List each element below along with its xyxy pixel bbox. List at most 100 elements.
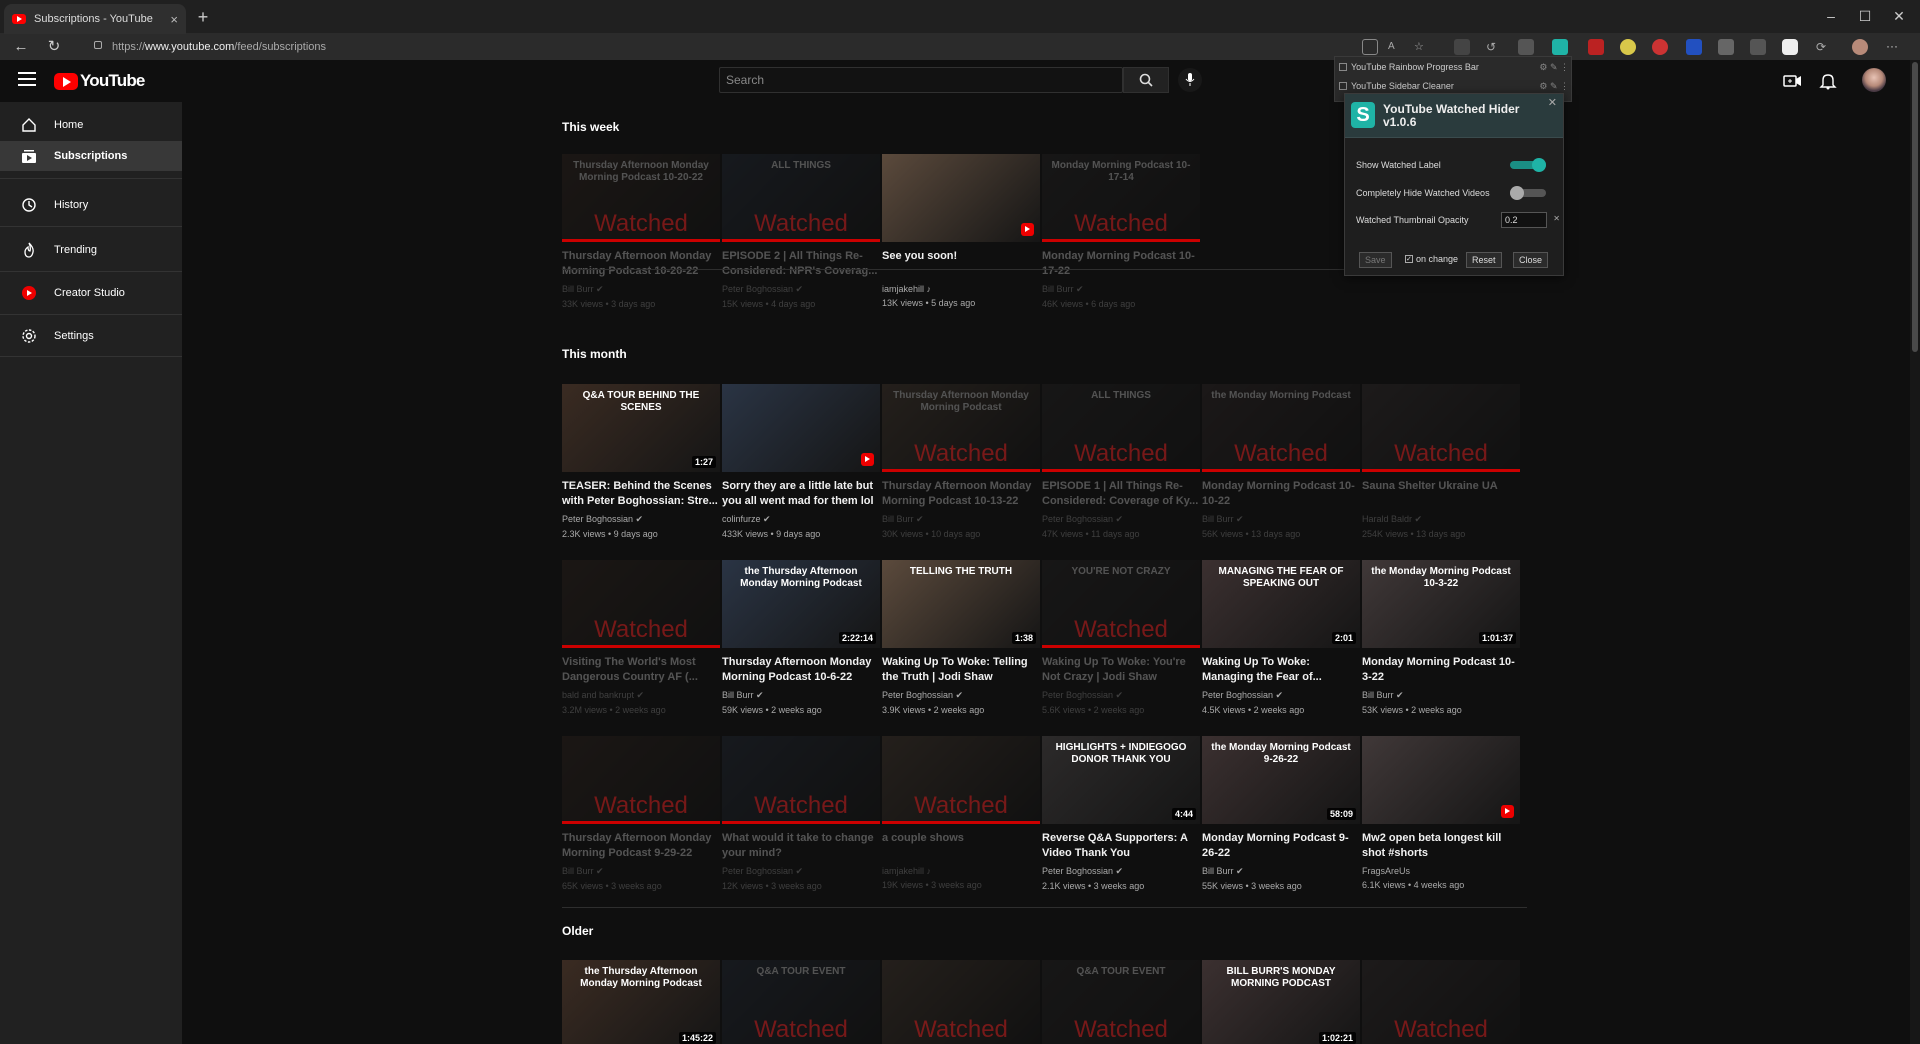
extension-row-rainbow[interactable]: YouTube Rainbow Progress Bar ⚙ ✎ ⋮: [1339, 59, 1569, 75]
video-thumbnail[interactable]: ALL THINGSWatched: [722, 154, 880, 242]
video-title[interactable]: Sorry they are a little late but you all…: [722, 479, 880, 509]
voice-search-button[interactable]: [1178, 68, 1202, 92]
profile-avatar-icon[interactable]: [1852, 39, 1868, 55]
video-thumbnail[interactable]: TELLING THE TRUTH 1:38: [882, 560, 1040, 648]
search-button[interactable]: [1123, 67, 1169, 93]
video-title[interactable]: EPISODE 2 | All Things Re-Considered: NP…: [722, 249, 880, 279]
sidebar-item-history[interactable]: History: [0, 190, 182, 220]
channel-name[interactable]: colinfurze ✔: [722, 514, 880, 525]
create-video-icon[interactable]: [1783, 72, 1803, 90]
channel-name[interactable]: iamjakehill ♪: [882, 284, 1040, 294]
channel-name[interactable]: Bill Burr ✔: [1042, 284, 1200, 295]
tab-subscriptions[interactable]: Subscriptions - YouTube ×: [4, 4, 186, 34]
favorite-star-icon[interactable]: ☆: [1414, 39, 1430, 55]
video-card[interactable]: the Thursday Afternoon Monday Morning Po…: [722, 560, 880, 715]
video-thumbnail[interactable]: Watched: [562, 736, 720, 824]
red-extension-icon[interactable]: [1652, 39, 1668, 55]
channel-name[interactable]: Bill Burr ✔: [722, 690, 880, 701]
channel-name[interactable]: Peter Boghossian ✔: [1202, 690, 1360, 701]
video-title[interactable]: Waking Up To Woke: Telling the Truth | J…: [882, 655, 1040, 685]
scrollbar-thumb[interactable]: [1912, 62, 1918, 352]
video-thumbnail[interactable]: Q&A TOUR BEHIND THE SCENES 1:27: [562, 384, 720, 472]
video-card[interactable]: Watched Visiting The World's Most Dangero…: [562, 560, 720, 715]
window-close-button[interactable]: ✕: [1876, 0, 1920, 32]
white-extension-icon[interactable]: [1782, 39, 1798, 55]
history-extension-icon[interactable]: ↺: [1486, 39, 1502, 55]
video-card[interactable]: BILL BURR'S MONDAY MORNING PODCAST 1:02:2…: [1202, 960, 1360, 1044]
sidebar-item-creator-studio[interactable]: Creator Studio: [0, 278, 182, 308]
video-title[interactable]: See you soon!: [882, 249, 1040, 279]
channel-name[interactable]: Peter Boghossian ✔: [562, 514, 720, 525]
close-button[interactable]: Close: [1513, 252, 1549, 268]
video-card[interactable]: YOU'RE NOT CRAZYWatched Waking Up To Woke…: [1042, 560, 1200, 715]
sidebar-item-settings[interactable]: Settings: [0, 321, 182, 351]
yellow-extension-icon[interactable]: [1620, 39, 1636, 55]
channel-name[interactable]: Peter Boghossian ✔: [1042, 690, 1200, 701]
video-title[interactable]: What would it take to change your mind?: [722, 831, 880, 861]
channel-name[interactable]: Peter Boghossian ✔: [722, 284, 880, 295]
video-title[interactable]: Waking Up To Woke: Managing the Fear of.…: [1202, 655, 1360, 685]
video-card[interactable]: Q&A TOUR EVENTWatched: [722, 960, 880, 1044]
video-card[interactable]: Watched Thursday Afternoon Monday Morning…: [562, 736, 720, 891]
opacity-input[interactable]: [1501, 212, 1547, 228]
video-card[interactable]: ALL THINGSWatched EPISODE 2 | All Things …: [722, 154, 880, 309]
video-thumbnail[interactable]: Thursday Afternoon Monday Morning Podcas…: [562, 154, 720, 242]
screen-extension-icon[interactable]: [1750, 39, 1766, 55]
opacity-clear-icon[interactable]: ✕: [1553, 214, 1560, 223]
channel-name[interactable]: bald and bankrupt ✔: [562, 690, 720, 701]
video-title[interactable]: a couple shows: [882, 831, 1040, 861]
video-thumbnail[interactable]: ALL THINGSWatched: [1042, 384, 1200, 472]
video-thumbnail[interactable]: Watched: [882, 736, 1040, 824]
search-input[interactable]: [726, 74, 1116, 86]
video-thumbnail[interactable]: Watched: [722, 736, 880, 824]
menu-hamburger-icon[interactable]: [18, 72, 36, 86]
video-card[interactable]: Watched: [882, 960, 1040, 1044]
video-card[interactable]: Watched Sauna Shelter Ukraine UA Harald Ba…: [1362, 384, 1520, 539]
user-avatar[interactable]: [1862, 68, 1886, 92]
save-button[interactable]: Save: [1359, 252, 1392, 268]
youtube-logo[interactable]: YouTube: [54, 71, 145, 91]
video-title[interactable]: Monday Morning Podcast 10-10-22: [1202, 479, 1360, 509]
video-thumbnail[interactable]: the Thursday Afternoon Monday Morning Po…: [562, 960, 720, 1044]
watched-hider-extension-icon[interactable]: [1552, 39, 1568, 55]
video-title[interactable]: Reverse Q&A Supporters: A Video Thank Yo…: [1042, 831, 1200, 861]
video-title[interactable]: TEASER: Behind the Scenes with Peter Bog…: [562, 479, 720, 509]
video-card[interactable]: Thursday Afternoon Monday Morning Podcas…: [562, 154, 720, 309]
video-title[interactable]: Visiting The World's Most Dangerous Coun…: [562, 655, 720, 685]
channel-name[interactable]: FragsAreUs: [1362, 866, 1520, 876]
url-field[interactable]: https://www.youtube.com/feed/subscriptio…: [90, 38, 1370, 56]
video-thumbnail[interactable]: Watched: [1362, 960, 1520, 1044]
channel-name[interactable]: Bill Burr ✔: [562, 866, 720, 877]
reading-view-icon[interactable]: [1362, 39, 1378, 55]
video-thumbnail[interactable]: the Thursday Afternoon Monday Morning Po…: [722, 560, 880, 648]
sidebar-item-home[interactable]: Home: [0, 110, 182, 140]
channel-name[interactable]: Bill Burr ✔: [1362, 690, 1520, 701]
video-thumbnail[interactable]: the Monday Morning PodcastWatched: [1202, 384, 1360, 472]
video-thumbnail[interactable]: BILL BURR'S MONDAY MORNING PODCAST 1:02:2…: [1202, 960, 1360, 1044]
show-watched-label-toggle[interactable]: [1510, 158, 1546, 172]
channel-name[interactable]: Peter Boghossian ✔: [1042, 514, 1200, 525]
video-card[interactable]: Q&A TOUR BEHIND THE SCENES 1:27 TEASER: Be…: [562, 384, 720, 539]
channel-name[interactable]: Peter Boghossian ✔: [722, 866, 880, 877]
read-aloud-icon[interactable]: A: [1388, 39, 1404, 55]
video-title[interactable]: Thursday Afternoon Monday Morning Podcas…: [722, 655, 880, 685]
video-title[interactable]: Waking Up To Woke: You're Not Crazy | Jo…: [1042, 655, 1200, 685]
channel-name[interactable]: Bill Burr ✔: [882, 514, 1040, 525]
video-card[interactable]: Watched What would it take to change your…: [722, 736, 880, 891]
video-card[interactable]: the Monday Morning Podcast 10-3-22 1:01:3…: [1362, 560, 1520, 715]
video-card[interactable]: Mw2 open beta longest kill shot #shorts F…: [1362, 736, 1520, 890]
video-card[interactable]: HIGHLIGHTS + INDIEGOGO DONOR THANK YOU 4:…: [1042, 736, 1200, 891]
video-title[interactable]: Thursday Afternoon Monday Morning Podcas…: [562, 249, 720, 279]
video-card[interactable]: See you soon! iamjakehill ♪ 13K views • 5 …: [882, 154, 1040, 308]
video-thumbnail[interactable]: YOU'RE NOT CRAZYWatched: [1042, 560, 1200, 648]
video-thumbnail[interactable]: Q&A TOUR EVENTWatched: [1042, 960, 1200, 1044]
video-thumbnail[interactable]: Monday Morning Podcast 10-17-14Watched: [1042, 154, 1200, 242]
reload-icon[interactable]: ↻: [43, 37, 65, 57]
video-card[interactable]: the Thursday Afternoon Monday Morning Po…: [562, 960, 720, 1044]
video-title[interactable]: Thursday Afternoon Monday Morning Podcas…: [882, 479, 1040, 509]
video-title[interactable]: Monday Morning Podcast 10-3-22: [1362, 655, 1520, 685]
video-card[interactable]: TELLING THE TRUTH 1:38 Waking Up To Woke: …: [882, 560, 1040, 715]
extension-checkbox[interactable]: [1339, 82, 1347, 90]
on-change-option[interactable]: ✓ on change: [1405, 254, 1458, 264]
video-card[interactable]: Watched a couple shows iamjakehill ♪ 19K vi…: [882, 736, 1040, 890]
